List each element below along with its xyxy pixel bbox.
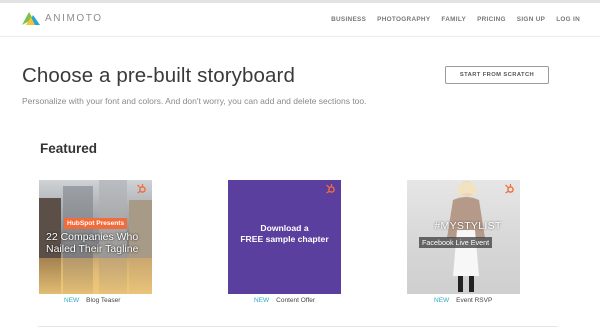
storyboard-card-content-offer[interactable]: Download a FREE sample chapter (228, 180, 341, 294)
page-title: Choose a pre-built storyboard (22, 64, 295, 87)
storyboard-card-event-rsvp[interactable]: #MYSTYLIST Facebook Live Event (407, 180, 520, 294)
top-nav: BUSINESS PHOTOGRAPHY FAMILY PRICING SIGN… (320, 16, 580, 23)
nav-business[interactable]: BUSINESS (331, 16, 366, 23)
card-caption-event-rsvp: NEW Event RSVP (434, 297, 492, 304)
section-title-featured: Featured (40, 141, 98, 156)
logo-text: ANIMOTO (45, 12, 103, 24)
nav-photography[interactable]: PHOTOGRAPHY (377, 16, 430, 23)
nav-family[interactable]: FAMILY (441, 16, 466, 23)
nav-sign-up[interactable]: SIGN UP (517, 16, 545, 23)
card-headline-line1: Download a (260, 223, 309, 233)
divider (38, 326, 558, 327)
card-tag: HubSpot Presents (64, 218, 128, 229)
card-headline: Download a FREE sample chapter (228, 223, 341, 244)
card-headline-line2: FREE sample chapter (240, 233, 329, 244)
new-badge: NEW (64, 297, 80, 304)
card-caption-content-offer: NEW Content Offer (254, 297, 315, 304)
card-subline: Facebook Live Event (419, 237, 493, 248)
card-name: Content Offer (276, 297, 316, 304)
new-badge: NEW (254, 297, 270, 304)
card-caption-blog-teaser: NEW Blog Teaser (64, 297, 120, 304)
card-name: Blog Teaser (86, 297, 121, 304)
nav-log-in[interactable]: LOG IN (556, 16, 580, 23)
hubspot-icon (326, 184, 335, 194)
animoto-logo[interactable]: ANIMOTO (22, 11, 103, 25)
card-name: Event RSVP (456, 297, 493, 304)
nav-pricing[interactable]: PRICING (477, 16, 506, 23)
storyboard-card-blog-teaser[interactable]: HubSpot Presents 22 Companies Who Nailed… (39, 180, 152, 294)
site-header: ANIMOTO BUSINESS PHOTOGRAPHY FAMILY PRIC… (0, 3, 600, 37)
hubspot-icon (137, 184, 146, 194)
hubspot-icon (505, 184, 514, 194)
new-badge: NEW (434, 297, 450, 304)
start-from-scratch-button[interactable]: START FROM SCRATCH (445, 66, 549, 84)
animoto-mountain-icon (22, 12, 40, 25)
card-headline: #MYSTYLIST (434, 220, 502, 232)
card-headline: 22 Companies Who Nailed Their Tagline (46, 231, 139, 255)
page-subtitle: Personalize with your font and colors. A… (22, 96, 367, 106)
